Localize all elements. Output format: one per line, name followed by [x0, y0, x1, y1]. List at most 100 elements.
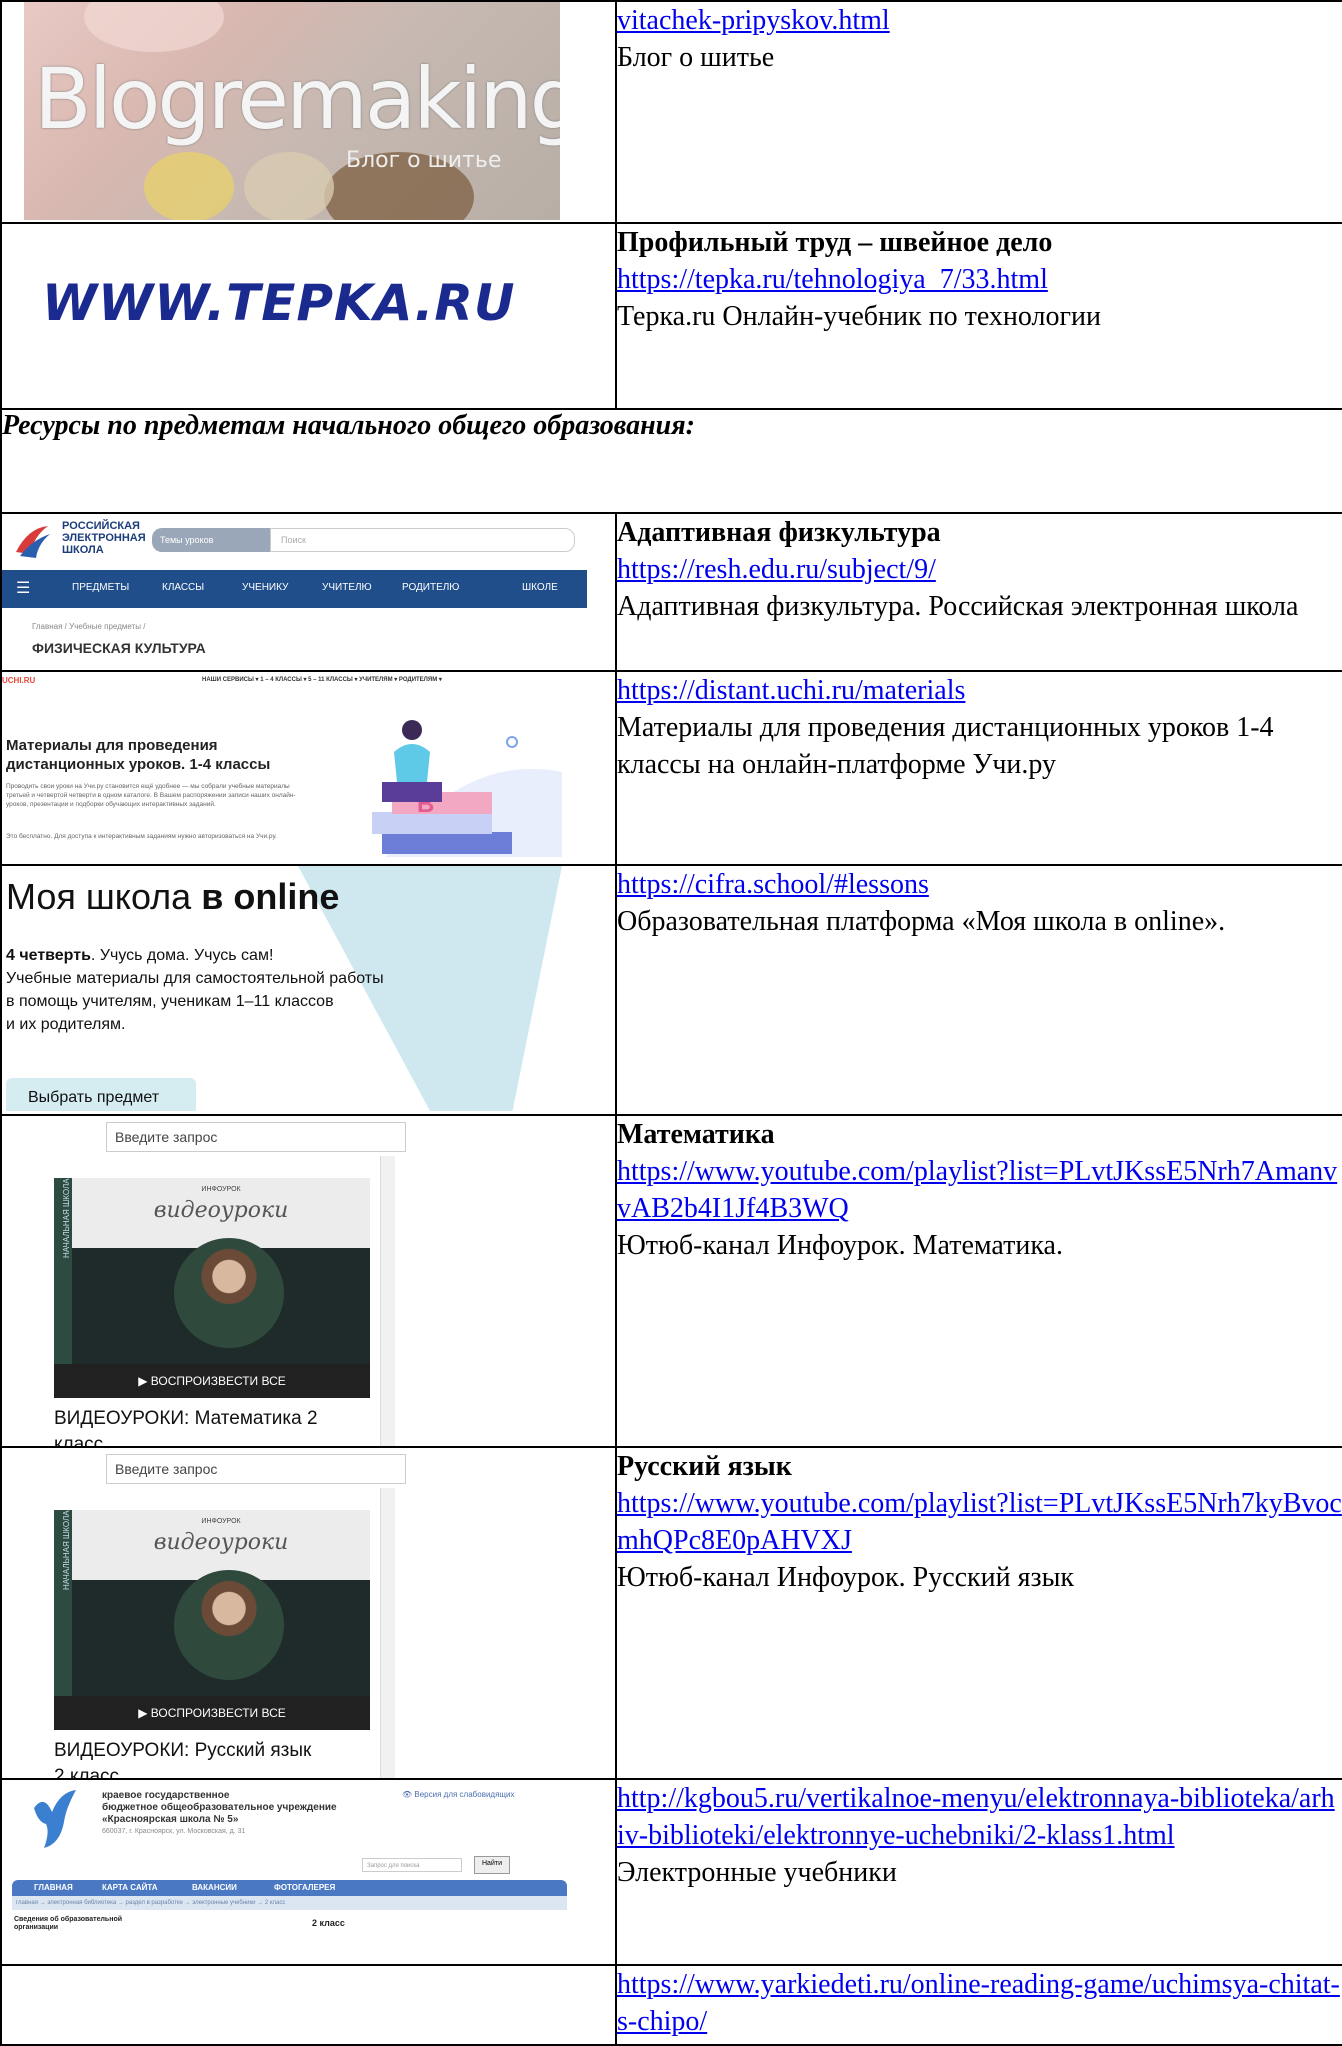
- uchi-heading: Материалы для проведения дистанционных ур…: [6, 737, 271, 773]
- description-cell: https://www.yarkiedeti.ru/online-reading…: [615, 1964, 1342, 2046]
- table-row: Моя школа в online 4 четверть. Учусь дом…: [0, 864, 1342, 1116]
- books-illustration-icon: B: [372, 720, 562, 857]
- youtube-russian-thumbnail: Введите запрос НАЧАЛЬНАЯ ШКОЛА ИНФОУРОК в…: [24, 1449, 434, 1778]
- resh-logo-icon: [16, 526, 50, 558]
- table-row: WWW.TEPKA.RU Профильный труд – швейное д…: [0, 222, 1342, 410]
- description-cell: https://cifra.school/#lessons Образовате…: [615, 864, 1342, 1116]
- breadcrumb: главная → электронная библиотека → разде…: [12, 1896, 567, 1910]
- uchi-paragraph-2: Это бесплатно. Для доступа к интерактивн…: [6, 833, 277, 840]
- resh-logo-text: РОССИЙСКАЯ ЭЛЕКТРОННАЯ ШКОЛА: [62, 520, 146, 556]
- playlist-cover: НАЧАЛЬНАЯ ШКОЛА ИНФОУРОК видеоуроки: [54, 1510, 370, 1696]
- scrollbar: [380, 1488, 395, 1777]
- resource-description: Ютюб-канал Инфоурок. Русский язык: [617, 1562, 1074, 1593]
- search-button: Найти: [474, 1856, 510, 1874]
- resource-title: Математика: [617, 1119, 775, 1150]
- girl-photo: [174, 1570, 284, 1680]
- choose-subject-button: Выбрать предмет: [6, 1078, 196, 1111]
- uchi-logo: UCHI.RU: [2, 676, 36, 685]
- resource-link[interactable]: https://cifra.school/#lessons: [617, 866, 1342, 903]
- resource-description: Адаптивная физкультура. Российская элект…: [617, 591, 1299, 622]
- thumbnail-cell: UCHI.RU НАШИ СЕРВИСЫ ▾ 1 – 4 КЛАССЫ ▾ 5 …: [0, 670, 617, 866]
- resource-link[interactable]: https://resh.edu.ru/subject/9/: [617, 551, 1342, 588]
- kgbou-thumbnail: краевое государственное бюджетное общеобр…: [12, 1781, 572, 1940]
- description-cell: Адаптивная физкультура https://resh.edu.…: [615, 512, 1342, 672]
- table-row: Blogremaking Блог о шитье vitachek-pripy…: [0, 0, 1342, 224]
- school-address: 660037, г. Красноярск, ул. Московская, д…: [102, 1828, 246, 1835]
- search-input: Введите запрос: [106, 1454, 406, 1484]
- thumbnail-cell: Blogremaking Блог о шитье: [0, 0, 617, 224]
- thumbnail-cell: Введите запрос НАЧАЛЬНАЯ ШКОЛА ИНФОУРОК в…: [0, 1446, 617, 1780]
- resource-description: Ютюб-канал Инфоурок. Математика.: [617, 1230, 1063, 1261]
- table-row: UCHI.RU НАШИ СЕРВИСЫ ▾ 1 – 4 КЛАССЫ ▾ 5 …: [0, 670, 1342, 866]
- description-cell: http://kgbou5.ru/vertikalnoe-menyu/elekt…: [615, 1778, 1342, 1966]
- resource-description: Электронные учебники: [617, 1857, 897, 1888]
- blog-logo-text: Blogremaking: [34, 50, 560, 148]
- search-input: Поиск: [270, 528, 575, 552]
- resh-thumbnail: РОССИЙСКАЯ ЭЛЕКТРОННАЯ ШКОЛА Темы уроков П…: [3, 515, 587, 664]
- thumbnail-cell: Введите запрос НАЧАЛЬНАЯ ШКОЛА ИНФОУРОК в…: [0, 1114, 617, 1448]
- resource-link[interactable]: https://www.youtube.com/playlist?list=PL…: [617, 1485, 1342, 1559]
- section-heading: Ресурсы по предметам начального общего о…: [0, 408, 1342, 514]
- table-row: Введите запрос НАЧАЛЬНАЯ ШКОЛА ИНФОУРОК в…: [0, 1446, 1342, 1780]
- lesson-topics-select: Темы уроков: [152, 528, 270, 552]
- resource-link[interactable]: vitachek-pripyskov.html: [617, 2, 1342, 39]
- resource-title: Адаптивная физкультура: [617, 517, 941, 548]
- accessibility-version-link: 👁 Версия для слабовидящих: [402, 1790, 515, 1799]
- sidebar-item-info: Сведения об образовательной организации: [14, 1916, 123, 1931]
- search-input: Введите запрос: [106, 1122, 406, 1152]
- blog-thumbnail: Blogremaking Блог о шитье: [24, 3, 560, 220]
- menu-icon: ☰: [16, 580, 31, 597]
- resh-nav: ☰ ПРЕДМЕТЫ КЛАССЫ УЧЕНИКУ УЧИТЕЛЮ РОДИТЕ…: [3, 570, 587, 608]
- play-all-button: ▶ ВОСПРОИЗВЕСТИ ВСЕ: [54, 1696, 370, 1730]
- resource-link[interactable]: https://www.yarkiedeti.ru/online-reading…: [617, 1966, 1342, 2040]
- resource-description: Блог о шитье: [617, 42, 775, 73]
- thumbnail-cell: Моя школа в online 4 четверть. Учусь дом…: [0, 864, 617, 1116]
- thumbnail-cell: краевое государственное бюджетное общеобр…: [0, 1778, 617, 1966]
- resource-title: Русский язык: [617, 1451, 792, 1482]
- resource-link[interactable]: http://kgbou5.ru/vertikalnoe-menyu/elekt…: [617, 1780, 1342, 1854]
- tepka-thumbnail: WWW.TEPKA.RU: [3, 225, 614, 404]
- thumbnail-cell: РОССИЙСКАЯ ЭЛЕКТРОННАЯ ШКОЛА Темы уроков П…: [0, 512, 617, 672]
- section-heading-row: Ресурсы по предметам начального общего о…: [0, 408, 1342, 514]
- girl-photo: [174, 1238, 284, 1348]
- uchi-paragraph: Проводить свои уроки на Учи.ру становитс…: [6, 783, 296, 808]
- playlist-cover: НАЧАЛЬНАЯ ШКОЛА ИНФОУРОК видеоуроки: [54, 1178, 370, 1364]
- resource-link[interactable]: https://distant.uchi.ru/materials: [617, 672, 1342, 709]
- description-cell: Математика https://www.youtube.com/playl…: [615, 1114, 1342, 1448]
- page-title: ФИЗИЧЕСКАЯ КУЛЬТУРА: [32, 640, 206, 656]
- school-name: краевое государственное бюджетное общеобр…: [102, 1790, 337, 1825]
- playlist-title: ВИДЕОУРОКИ: Математика 2 класс: [54, 1408, 318, 1446]
- resource-description: Образовательная платформа «Моя школа в o…: [617, 906, 1226, 937]
- cifra-thumbnail: Моя школа в online 4 четверть. Учусь дом…: [3, 867, 562, 1111]
- resources-table: Blogremaking Блог о шитье vitachek-pripy…: [0, 0, 1342, 2046]
- table-row: РОССИЙСКАЯ ЭЛЕКТРОННАЯ ШКОЛА Темы уроков П…: [0, 512, 1342, 672]
- blog-logo-subtitle: Блог о шитье: [346, 148, 502, 173]
- resource-link[interactable]: https://www.youtube.com/playlist?list=PL…: [617, 1153, 1342, 1227]
- thumbnail-cell: WWW.TEPKA.RU: [0, 222, 617, 410]
- table-row: https://www.yarkiedeti.ru/online-reading…: [0, 1964, 1342, 2046]
- description-cell: Русский язык https://www.youtube.com/pla…: [615, 1446, 1342, 1780]
- uchi-menu: НАШИ СЕРВИСЫ ▾ 1 – 4 КЛАССЫ ▾ 5 – 11 КЛА…: [202, 677, 442, 683]
- play-all-button: ▶ ВОСПРОИЗВЕСТИ ВСЕ: [54, 1364, 370, 1398]
- description-cell: Профильный труд – швейное дело https://t…: [615, 222, 1342, 410]
- cifra-text: 4 четверть. Учусь дома. Учусь сам! Учебн…: [6, 947, 384, 1033]
- kgbou-nav: ГЛАВНАЯ КАРТА САЙТА ВАКАНСИИ ФОТОГАЛЕРЕЯ: [12, 1880, 567, 1896]
- tepka-logo-text: WWW.TEPKA.RU: [42, 274, 516, 332]
- thumbnail-cell: [0, 1964, 617, 2046]
- youtube-math-thumbnail: Введите запрос НАЧАЛЬНАЯ ШКОЛА ИНФОУРОК в…: [24, 1117, 434, 1446]
- resource-description: Терка.ru Онлайн-учебник по технологии: [617, 301, 1101, 332]
- resource-link[interactable]: https://tepka.ru/tehnologiya_7/33.html: [617, 261, 1342, 298]
- page-title: 2 класс: [312, 1918, 345, 1928]
- resource-description: Материалы для проведения дистанционных у…: [617, 712, 1274, 780]
- uchi-thumbnail: UCHI.RU НАШИ СЕРВИСЫ ▾ 1 – 4 КЛАССЫ ▾ 5 …: [2, 673, 562, 857]
- resource-title: Профильный труд – швейное дело: [617, 227, 1053, 258]
- description-cell: vitachek-pripyskov.html Блог о шитье: [615, 0, 1342, 224]
- table-row: Введите запрос НАЧАЛЬНАЯ ШКОЛА ИНФОУРОК в…: [0, 1114, 1342, 1448]
- dove-logo-icon: [34, 1790, 76, 1848]
- search-input: Запрос для поиска: [362, 1858, 462, 1872]
- cifra-heading: Моя школа в online: [6, 876, 340, 917]
- scrollbar: [380, 1156, 395, 1445]
- description-cell: https://distant.uchi.ru/materials Матери…: [615, 670, 1342, 866]
- playlist-title: ВИДЕОУРОКИ: Русский язык 2 класс: [54, 1740, 312, 1778]
- table-row: краевое государственное бюджетное общеобр…: [0, 1778, 1342, 1966]
